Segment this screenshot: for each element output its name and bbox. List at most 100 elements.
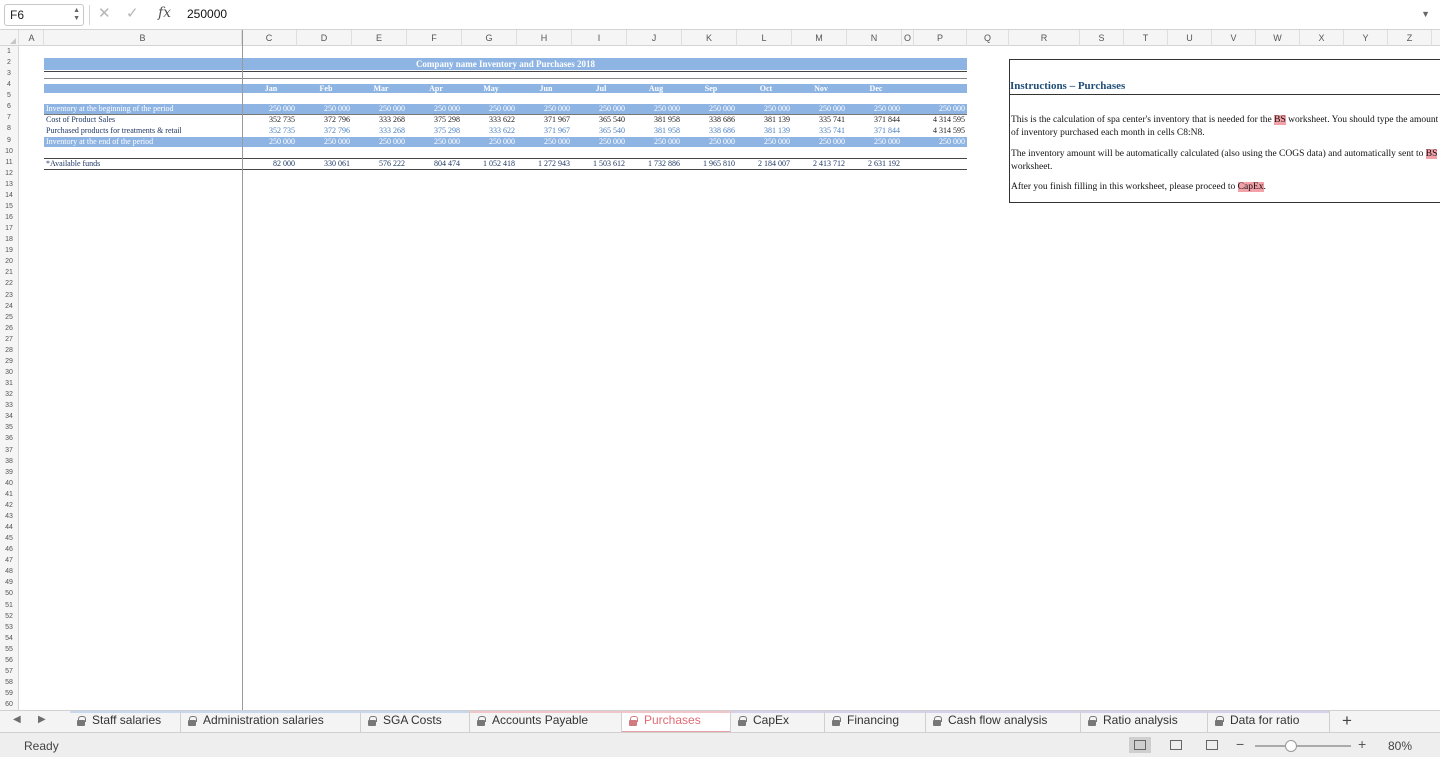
row-header-55[interactable]: 55: [0, 644, 18, 655]
column-header-e[interactable]: E: [352, 30, 407, 46]
row-header-23[interactable]: 23: [0, 290, 18, 301]
table-cell[interactable]: 352 735: [243, 126, 295, 136]
column-header-x[interactable]: X: [1300, 30, 1344, 46]
row-header-26[interactable]: 26: [0, 323, 18, 334]
row-header-13[interactable]: 13: [0, 179, 18, 190]
row-header-17[interactable]: 17: [0, 223, 18, 234]
column-header-y[interactable]: Y: [1344, 30, 1388, 46]
row-header-33[interactable]: 33: [0, 400, 18, 411]
zoom-slider[interactable]: [1255, 740, 1351, 752]
cancel-icon[interactable]: ✕: [98, 5, 111, 23]
column-header-d[interactable]: D: [297, 30, 352, 46]
row-header-58[interactable]: 58: [0, 677, 18, 688]
row-header-19[interactable]: 19: [0, 245, 18, 256]
row-header-20[interactable]: 20: [0, 256, 18, 267]
row-header-31[interactable]: 31: [0, 378, 18, 389]
row-header-8[interactable]: 8: [0, 123, 18, 134]
normal-view-icon[interactable]: [1129, 737, 1151, 753]
expand-formula-bar-icon[interactable]: ▼: [1421, 9, 1430, 19]
confirm-icon[interactable]: ✓: [126, 5, 139, 23]
row-header-29[interactable]: 29: [0, 356, 18, 367]
row-header-59[interactable]: 59: [0, 688, 18, 699]
row-header-45[interactable]: 45: [0, 533, 18, 544]
row-header-37[interactable]: 37: [0, 445, 18, 456]
table-cell[interactable]: 371 967: [518, 126, 570, 136]
row-header-3[interactable]: 3: [0, 68, 18, 79]
column-header-z[interactable]: Z: [1388, 30, 1432, 46]
tab-staff-salaries[interactable]: Staff salaries: [70, 711, 181, 733]
function-icon[interactable]: fx: [158, 5, 171, 21]
row-header-16[interactable]: 16: [0, 212, 18, 223]
row-header-5[interactable]: 5: [0, 90, 18, 101]
column-header-u[interactable]: U: [1168, 30, 1212, 46]
row-header-7[interactable]: 7: [0, 112, 18, 123]
table-cell[interactable]: 333 622: [463, 126, 515, 136]
column-header-s[interactable]: S: [1080, 30, 1124, 46]
select-all-corner[interactable]: [0, 30, 19, 46]
tab-administration-salaries[interactable]: Administration salaries: [181, 711, 361, 733]
tab-sga-costs[interactable]: SGA Costs: [361, 711, 470, 733]
row-header-4[interactable]: 4: [0, 79, 18, 90]
row-header-56[interactable]: 56: [0, 655, 18, 666]
row-header-39[interactable]: 39: [0, 467, 18, 478]
zoom-out-icon[interactable]: −: [1236, 736, 1244, 752]
column-header-h[interactable]: H: [517, 30, 572, 46]
row-header-28[interactable]: 28: [0, 345, 18, 356]
column-header-b[interactable]: B: [44, 30, 242, 46]
row-header-52[interactable]: 52: [0, 611, 18, 622]
tab-financing[interactable]: Financing: [825, 711, 926, 733]
row-header-40[interactable]: 40: [0, 478, 18, 489]
tab-data-for-ratio[interactable]: Data for ratio: [1208, 711, 1330, 733]
row-header-48[interactable]: 48: [0, 566, 18, 577]
table-cell[interactable]: 371 844: [848, 126, 900, 136]
column-header-g[interactable]: G: [462, 30, 517, 46]
row-header-46[interactable]: 46: [0, 544, 18, 555]
row-header-12[interactable]: 12: [0, 168, 18, 179]
tab-cash-flow-analysis[interactable]: Cash flow analysis: [926, 711, 1081, 733]
name-box[interactable]: F6 ▲ ▼: [4, 4, 84, 26]
column-header-m[interactable]: M: [792, 30, 847, 46]
row-header-32[interactable]: 32: [0, 389, 18, 400]
tab-capex[interactable]: CapEx: [731, 711, 825, 733]
tab-accounts-payable[interactable]: Accounts Payable: [470, 711, 622, 733]
row-header-22[interactable]: 22: [0, 278, 18, 289]
row-header-27[interactable]: 27: [0, 334, 18, 345]
table-cell[interactable]: 338 686: [683, 126, 735, 136]
next-sheet-icon[interactable]: ▶: [38, 714, 46, 725]
table-cell[interactable]: 381 139: [738, 126, 790, 136]
row-header-44[interactable]: 44: [0, 522, 18, 533]
column-header-p[interactable]: P: [914, 30, 967, 46]
row-header-30[interactable]: 30: [0, 367, 18, 378]
table-cell[interactable]: 381 958: [628, 126, 680, 136]
table-cell[interactable]: 375 298: [408, 126, 460, 136]
row-header-35[interactable]: 35: [0, 422, 18, 433]
row-header-9[interactable]: 9: [0, 135, 18, 146]
column-header-r[interactable]: R: [1009, 30, 1080, 46]
row-header-14[interactable]: 14: [0, 190, 18, 201]
row-header-53[interactable]: 53: [0, 622, 18, 633]
row-header-38[interactable]: 38: [0, 456, 18, 467]
previous-sheet-icon[interactable]: ◀: [13, 714, 21, 725]
row-header-50[interactable]: 50: [0, 588, 18, 599]
row-header-54[interactable]: 54: [0, 633, 18, 644]
row-header-6[interactable]: 6: [0, 101, 18, 112]
row-header-10[interactable]: 10: [0, 146, 18, 157]
column-header-f[interactable]: F: [407, 30, 462, 46]
row-header-57[interactable]: 57: [0, 666, 18, 677]
row-header-1[interactable]: 1: [0, 46, 18, 57]
column-header-a[interactable]: A: [20, 30, 44, 46]
table-cell[interactable]: 335 741: [793, 126, 845, 136]
tab-ratio-analysis[interactable]: Ratio analysis: [1081, 711, 1208, 733]
row-header-42[interactable]: 42: [0, 500, 18, 511]
column-header-j[interactable]: J: [627, 30, 682, 46]
column-header-i[interactable]: I: [572, 30, 627, 46]
column-header-o[interactable]: O: [902, 30, 914, 46]
column-header-l[interactable]: L: [737, 30, 792, 46]
row-header-34[interactable]: 34: [0, 411, 18, 422]
page-layout-view-icon[interactable]: [1165, 737, 1187, 753]
row-header-15[interactable]: 15: [0, 201, 18, 212]
row-header-41[interactable]: 41: [0, 489, 18, 500]
zoom-level[interactable]: 80%: [1388, 739, 1412, 753]
row-header-21[interactable]: 21: [0, 267, 18, 278]
row-header-43[interactable]: 43: [0, 511, 18, 522]
